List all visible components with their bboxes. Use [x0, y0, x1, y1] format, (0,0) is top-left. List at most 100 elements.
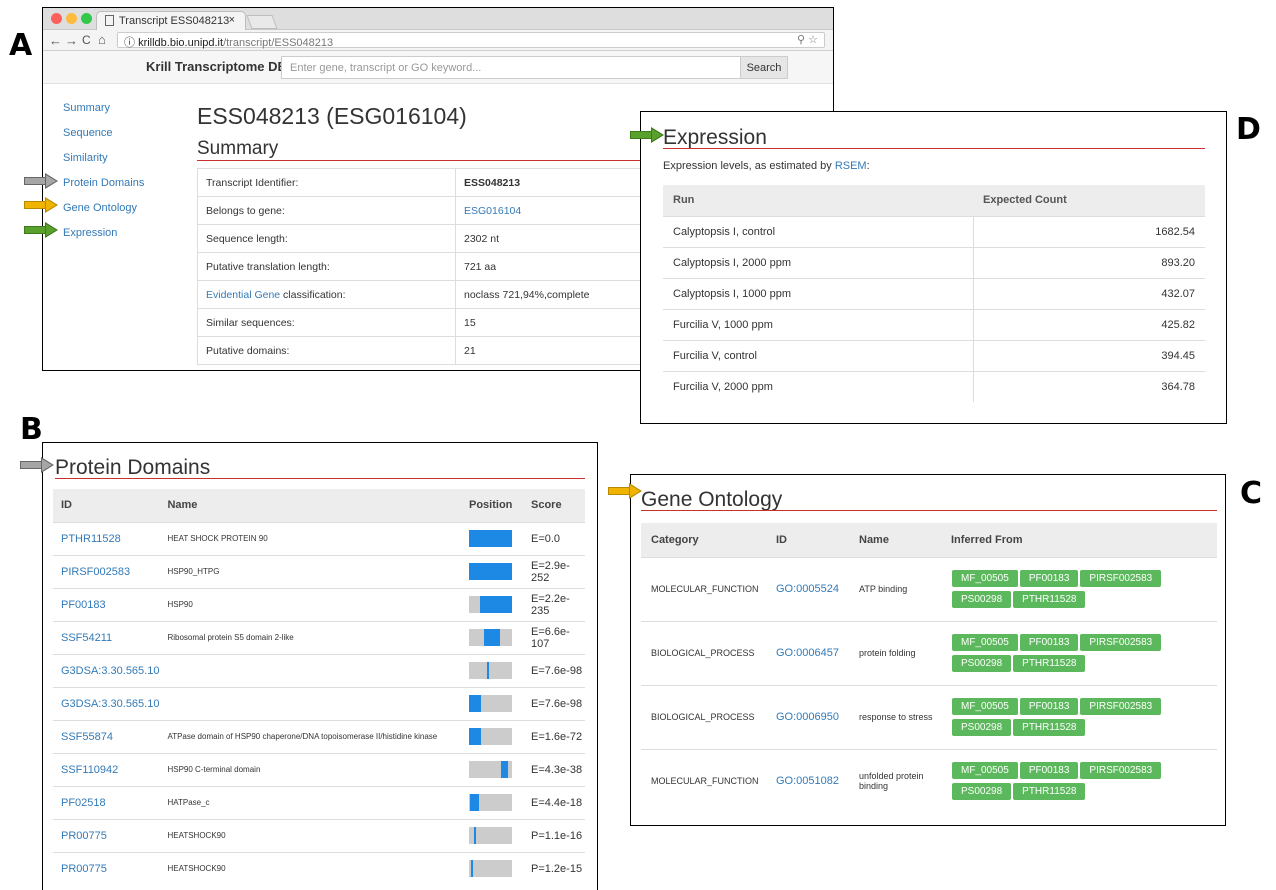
- protein-domains-title: Protein Domains: [55, 456, 211, 479]
- domain-id-link[interactable]: PIRSF002583: [53, 554, 160, 588]
- sidebar-item-sequence[interactable]: Sequence: [63, 127, 144, 152]
- inferred-from-tag[interactable]: PF00183: [1019, 570, 1079, 587]
- domain-position: [465, 686, 523, 720]
- run-cell: Furcilia V, 1000 ppm: [663, 308, 973, 340]
- go-name: protein folding: [849, 620, 941, 685]
- inferred-from-tag[interactable]: PS00298: [952, 719, 1012, 736]
- domain-id-link[interactable]: PR00775: [53, 818, 160, 852]
- go-id-link[interactable]: GO:0051082: [766, 748, 849, 813]
- panel-label-d: D: [1236, 112, 1261, 147]
- search-input[interactable]: Enter gene, transcript or GO keyword...: [281, 56, 741, 79]
- info-icon[interactable]: ⓘ: [124, 37, 135, 49]
- inferred-from-tag[interactable]: PTHR11528: [1013, 591, 1086, 608]
- position-bar: [469, 662, 512, 679]
- yellow-arrow-icon: [24, 197, 58, 213]
- forward-icon[interactable]: →: [65, 33, 78, 48]
- gene-ontology-table: Category ID Name Inferred From MOLECULAR…: [641, 523, 1217, 813]
- column-header-id: ID: [53, 489, 160, 522]
- inferred-from-tag[interactable]: PTHR11528: [1013, 719, 1086, 736]
- inferred-from-tag[interactable]: PS00298: [952, 783, 1012, 801]
- reload-icon[interactable]: C: [82, 33, 91, 47]
- gene-ontology-title: Gene Ontology: [641, 488, 783, 511]
- table-row: SSF55874 ATPase domain of HSP90 chaperone…: [53, 719, 585, 753]
- inferred-from-tag[interactable]: MF_00505: [952, 762, 1018, 780]
- count-cell: 1682.54: [972, 215, 1205, 247]
- inferred-from-tag[interactable]: PS00298: [952, 655, 1012, 672]
- inferred-from-tag[interactable]: MF_00505: [952, 570, 1018, 587]
- domain-score: E=2.9e-252: [523, 554, 585, 588]
- inferred-from: MF_00505 PF00183 PIRSF002583 PS00298 PTHR115…: [941, 620, 1217, 685]
- inferred-from-tag[interactable]: MF_00505: [952, 634, 1018, 651]
- inferred-from-tag[interactable]: PF00183: [1019, 762, 1079, 780]
- run-cell: Calyptopsis I, 2000 ppm: [663, 246, 973, 278]
- table-header-row: Category ID Name Inferred From: [641, 523, 1217, 557]
- column-header-id: ID: [766, 523, 849, 557]
- table-row: MOLECULAR_FUNCTION GO:0005524 ATP binding M…: [641, 556, 1217, 621]
- inferred-from-tag[interactable]: PS00298: [952, 591, 1012, 608]
- sidebar-nav: Summary Sequence Similarity Protein Doma…: [63, 102, 144, 252]
- domain-id-link[interactable]: SSF110942: [53, 752, 160, 786]
- home-icon[interactable]: ⌂: [98, 32, 106, 47]
- table-row: Furcilia V, 1000 ppm 425.82: [663, 308, 1205, 340]
- domain-id-link[interactable]: PR00775: [53, 851, 160, 885]
- position-bar-fill: [471, 860, 473, 878]
- domain-position: [465, 521, 523, 555]
- sidebar-item-similarity[interactable]: Similarity: [63, 152, 144, 177]
- table-row: Calyptopsis I, control 1682.54: [663, 215, 1205, 247]
- site-brand[interactable]: Krill Transcriptome DB: [146, 59, 287, 74]
- domain-position: [465, 653, 523, 687]
- close-tab-icon[interactable]: ×: [229, 14, 235, 26]
- rsem-link[interactable]: RSEM: [835, 160, 867, 172]
- domain-id-link[interactable]: SSF54211: [53, 620, 160, 654]
- evidential-gene-link[interactable]: Evidential Gene: [206, 289, 280, 301]
- inferred-from-tag[interactable]: MF_00505: [952, 698, 1018, 715]
- inferred-from-tag[interactable]: PF00183: [1019, 634, 1079, 651]
- search-button[interactable]: Search: [740, 56, 788, 79]
- new-tab-button[interactable]: [246, 15, 278, 29]
- inferred-from-tag[interactable]: PF00183: [1019, 698, 1079, 715]
- address-bar: ← → C ⌂ ⓘ krilldb.bio.unipd.it/transcrip…: [43, 30, 833, 51]
- zoom-bookmark-icons[interactable]: ⚲ ☆: [797, 33, 818, 46]
- close-window-icon[interactable]: [51, 13, 62, 24]
- domain-id-link[interactable]: PTHR11528: [53, 521, 160, 555]
- minimize-window-icon[interactable]: [66, 13, 77, 24]
- summary-key: Evidential Gene classification:: [197, 280, 456, 309]
- maximize-window-icon[interactable]: [81, 13, 92, 24]
- run-cell: Calyptopsis I, 1000 ppm: [663, 277, 973, 309]
- url-field[interactable]: ⓘ krilldb.bio.unipd.it/transcript/ESS048…: [117, 32, 825, 49]
- back-icon[interactable]: ←: [49, 33, 62, 48]
- go-name: unfolded protein binding: [849, 748, 941, 813]
- inferred-from-tag[interactable]: PIRSF002583: [1080, 698, 1162, 715]
- position-bar: [469, 728, 512, 745]
- table-row: BIOLOGICAL_PROCESS GO:0006457 protein fold…: [641, 620, 1217, 685]
- position-bar: [469, 761, 512, 778]
- tab-bar: Transcript ESS048213 ×: [43, 8, 833, 30]
- go-id-link[interactable]: GO:0006950: [766, 684, 849, 749]
- position-bar-fill: [469, 695, 481, 712]
- table-row: PR00775 HEATSHOCK90 P=1.1e-16: [53, 818, 585, 852]
- sidebar-item-gene-ontology[interactable]: Gene Ontology: [63, 202, 144, 227]
- inferred-from-tag[interactable]: PIRSF002583: [1080, 634, 1162, 651]
- inferred-from-tag[interactable]: PTHR11528: [1013, 655, 1086, 672]
- position-bar-fill: [501, 761, 508, 778]
- sidebar-item-expression[interactable]: Expression: [63, 227, 144, 252]
- inferred-from-tag[interactable]: PTHR11528: [1013, 783, 1086, 801]
- go-id-link[interactable]: GO:0005524: [766, 556, 849, 621]
- domain-id-link[interactable]: SSF55874: [53, 719, 160, 753]
- domain-id-link[interactable]: G3DSA:3.30.565.10: [53, 686, 160, 720]
- domain-id-link[interactable]: PF00183: [53, 587, 160, 621]
- domain-id-link[interactable]: PF02518: [53, 785, 160, 819]
- sidebar-item-summary[interactable]: Summary: [63, 102, 144, 127]
- table-row: PR00775 HEATSHOCK90 P=1.2e-15: [53, 851, 585, 885]
- domain-id-link[interactable]: G3DSA:3.30.565.10: [53, 653, 160, 687]
- column-header-expected-count: Expected Count: [973, 185, 1205, 216]
- browser-tab[interactable]: Transcript ESS048213 ×: [96, 11, 246, 30]
- domain-score: E=0.0: [523, 521, 585, 555]
- green-arrow-icon: [24, 222, 58, 238]
- position-bar: [469, 695, 512, 712]
- sidebar-item-protein-domains[interactable]: Protein Domains: [63, 177, 144, 202]
- inferred-from-tag[interactable]: PIRSF002583: [1080, 762, 1162, 780]
- go-id-link[interactable]: GO:0006457: [766, 620, 849, 685]
- inferred-from-tag[interactable]: PIRSF002583: [1080, 570, 1162, 587]
- domain-name: HSP90: [159, 587, 465, 621]
